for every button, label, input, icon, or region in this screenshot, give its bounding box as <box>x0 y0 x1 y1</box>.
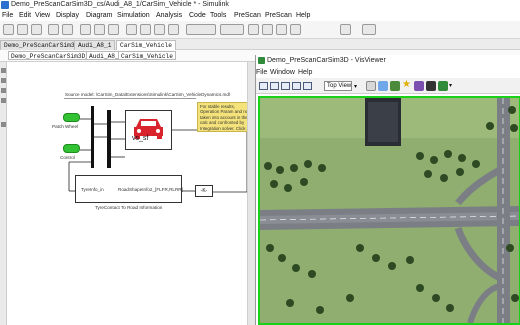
visviewer-menu-bar: File Window Help <box>256 67 520 78</box>
inport-patch-wheel-label: Patch Wheel <box>52 124 79 129</box>
canvas-scrollbar[interactable] <box>247 62 255 325</box>
visviewer-menu-window[interactable]: Window <box>270 68 295 77</box>
gain-block[interactable]: -K- <box>195 185 213 197</box>
menu-file[interactable]: File <box>2 11 13 20</box>
header-divider <box>64 98 196 99</box>
star-icon[interactable]: ★ <box>402 79 411 90</box>
new-model-icon[interactable] <box>3 24 14 35</box>
fit-view-icon[interactable] <box>1 78 6 83</box>
visviewer-title-bar: Demo_PreScanCarSim3D - VisViewer <box>256 55 520 67</box>
menu-code[interactable]: Code <box>189 11 206 20</box>
run-icon[interactable] <box>140 24 151 35</box>
debug-icon[interactable] <box>262 24 273 35</box>
globe-icon[interactable] <box>378 81 388 91</box>
menu-analysis[interactable]: Analysis <box>156 11 182 20</box>
model-tab-bar: Demo_PreScanCarSim3D_cs Audi_A8_1 CarSim… <box>0 39 520 50</box>
road-info-in-label: TyreInfo_in <box>81 187 104 192</box>
tab-label: CarSim_Vehicle <box>120 42 172 49</box>
visviewer-title: Demo_PreScanCarSim3D - VisViewer <box>267 57 386 64</box>
light-icon[interactable] <box>414 81 424 91</box>
more-chevron-icon[interactable]: ▾ <box>449 82 452 89</box>
tab-audi-a8[interactable]: Audi_A8_1 <box>74 40 116 50</box>
menu-tools[interactable]: Tools <box>210 11 226 20</box>
simulink-app-icon <box>1 1 9 9</box>
stop-time-field[interactable] <box>186 24 216 35</box>
block-label: vs_sf <box>132 135 149 142</box>
top-view-scene <box>260 98 519 323</box>
menu-prescan-1[interactable]: PreScan <box>234 11 261 20</box>
stop-icon[interactable] <box>168 24 179 35</box>
road-info-caption: TyreContact To Road Information <box>95 205 163 210</box>
step-forward-icon[interactable] <box>154 24 165 35</box>
layout-single-icon[interactable] <box>259 82 268 90</box>
model-canvas[interactable]: Source model: \CarSim_Data\Extensions\Si… <box>7 62 255 325</box>
target-icon[interactable] <box>362 24 376 35</box>
breadcrumb-item-carsim[interactable]: CarSim_Vehicle <box>118 51 176 60</box>
view-select[interactable]: Top View <box>324 81 352 91</box>
model-config-icon[interactable] <box>108 24 119 35</box>
model-explorer-icon[interactable] <box>80 24 91 35</box>
car-icon <box>134 119 163 139</box>
run-viz-icon[interactable] <box>438 81 448 91</box>
menu-help[interactable]: Help <box>296 11 310 20</box>
visviewer-menu-file[interactable]: File <box>256 68 267 77</box>
image-icon[interactable] <box>1 98 6 103</box>
carsim-sfunction-block[interactable] <box>125 110 172 150</box>
title-bar: Demo_PreScanCarSim3D_cs/Audi_A8_1/CarSim… <box>0 0 520 10</box>
prescan-icon[interactable] <box>340 24 351 35</box>
annotation-icon[interactable] <box>1 88 6 93</box>
save-icon[interactable] <box>31 24 42 35</box>
source-model-header: Source model: \CarSim_Data\Extensions\Si… <box>65 92 230 97</box>
redo-icon[interactable] <box>62 24 73 35</box>
visviewer-window: Demo_PreScanCarSim3D - VisViewer File Wi… <box>255 55 520 325</box>
menu-prescan-2[interactable]: PreScan <box>265 11 292 20</box>
tree-icon[interactable] <box>390 81 400 91</box>
zoom-icon[interactable] <box>1 68 6 73</box>
tab-label: Audi_A8_1 <box>78 42 112 49</box>
menu-view[interactable]: View <box>35 11 50 20</box>
menu-bar: File Edit View Display Diagram Simulatio… <box>0 10 520 21</box>
camera-icon[interactable] <box>366 81 376 91</box>
signal-icon[interactable] <box>290 24 301 35</box>
build-icon[interactable] <box>248 24 259 35</box>
undo-icon[interactable] <box>48 24 59 35</box>
viewer-icon[interactable] <box>276 24 287 35</box>
menu-edit[interactable]: Edit <box>19 11 31 20</box>
view-select-value: Top View <box>327 83 352 89</box>
step-back-icon[interactable] <box>126 24 137 35</box>
record-icon[interactable] <box>426 81 436 91</box>
bus-creator-block[interactable] <box>91 106 94 168</box>
view-select-chevron-icon[interactable]: ▾ <box>354 83 357 90</box>
open-icon[interactable] <box>17 24 28 35</box>
layout-split-icon[interactable] <box>270 82 279 90</box>
visviewer-app-icon <box>258 57 265 64</box>
window-title: Demo_PreScanCarSim3D_cs/Audi_A8_1/CarSim… <box>11 1 229 8</box>
layout-quad-icon[interactable] <box>281 82 290 90</box>
left-palette <box>0 62 7 325</box>
road-info-out-label: RoadShapeInfo2_[FLFR,RLRR] <box>118 187 183 192</box>
sim-mode-select[interactable] <box>220 24 244 35</box>
toolbar <box>0 21 520 39</box>
tab-carsim-vehicle[interactable]: CarSim_Vehicle <box>116 40 176 50</box>
3d-scene-viewport[interactable] <box>258 96 520 325</box>
library-browser-icon[interactable] <box>94 24 105 35</box>
inport-patch-wheel[interactable] <box>63 113 80 122</box>
menu-simulation[interactable]: Simulation <box>117 11 150 20</box>
mux-block[interactable] <box>107 110 111 168</box>
layout-grid-icon[interactable] <box>292 82 301 90</box>
inport-control-label: Control <box>60 155 75 160</box>
visviewer-toolbar: Top View ▾ ★ ▾ <box>256 78 520 94</box>
fullscreen-icon[interactable] <box>303 82 312 90</box>
inport-control[interactable] <box>63 144 80 153</box>
menu-diagram[interactable]: Diagram <box>86 11 112 20</box>
visviewer-menu-help[interactable]: Help <box>298 68 312 77</box>
hide-palette-icon[interactable] <box>1 122 6 127</box>
menu-display[interactable]: Display <box>56 11 79 20</box>
